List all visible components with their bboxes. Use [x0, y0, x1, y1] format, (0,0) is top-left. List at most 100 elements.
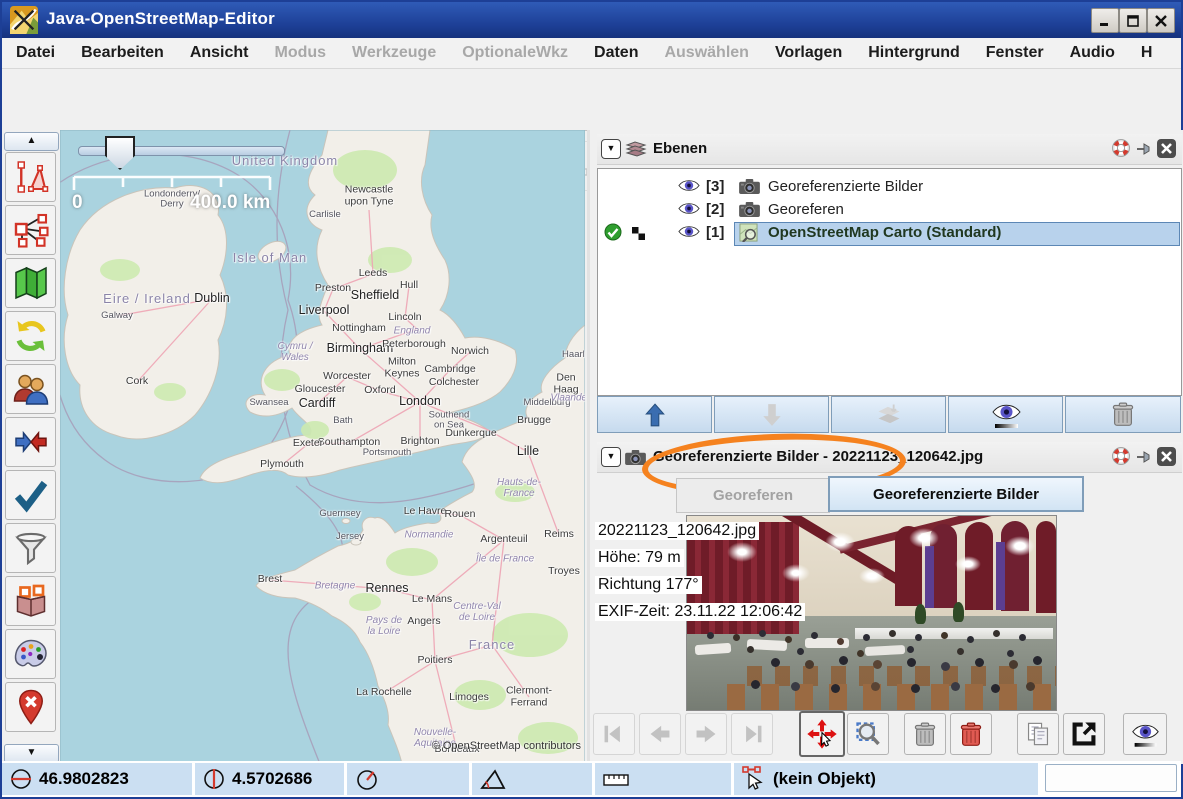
latitude-icon: [10, 768, 32, 790]
toggle-visibility-button[interactable]: [948, 396, 1063, 433]
layer-row[interactable]: [2] Georeferen: [598, 198, 1181, 221]
josm-logo-icon: [10, 6, 38, 34]
collapse-icon[interactable]: ▼: [601, 139, 621, 159]
collapse-icon[interactable]: ▼: [601, 447, 621, 467]
layers-panel-header: ▼ Ebenen: [597, 134, 1182, 165]
edit-geometry-button[interactable]: [5, 152, 56, 202]
validator-button[interactable]: [5, 470, 56, 520]
zoom-best-fit-button[interactable]: [847, 713, 889, 755]
relation-button[interactable]: [5, 205, 56, 255]
scroll-up-button[interactable]: ▲: [4, 132, 59, 151]
menu-bearbeiten[interactable]: Bearbeiten: [81, 44, 164, 62]
move-layer-up-icon: [642, 402, 668, 428]
visibility-eye-icon[interactable]: [678, 201, 700, 216]
copy-path-button[interactable]: [1017, 713, 1059, 755]
filter-button[interactable]: [5, 523, 56, 573]
latitude-segment: 46.9802823: [2, 763, 195, 795]
menu-fenster[interactable]: Fenster: [986, 44, 1044, 62]
menu-datei[interactable]: Datei: [16, 44, 55, 62]
menu-werkzeuge: Werkzeuge: [352, 44, 436, 62]
move-layer-down-button[interactable]: [714, 396, 829, 433]
visibility-eye-icon[interactable]: [678, 178, 700, 193]
sync-button[interactable]: [5, 311, 56, 361]
remove-photo-button[interactable]: [904, 713, 946, 755]
maximize-button[interactable]: [1119, 8, 1147, 33]
layer-list: [3] Georeferenzierte Bilder [2] Georefer…: [597, 168, 1182, 396]
minimize-button[interactable]: [1091, 8, 1119, 33]
palette-icon: [13, 636, 49, 672]
layers-stack-icon: [625, 140, 647, 158]
sync-arrows-icon: [13, 318, 49, 354]
visibility-eye-icon[interactable]: [678, 224, 700, 239]
status-empty-field: [1041, 761, 1181, 797]
camera-icon: [738, 178, 761, 195]
tab-georeferenzierte-bilder[interactable]: Georeferenzierte Bilder: [828, 476, 1084, 512]
open-external-button[interactable]: [1063, 713, 1105, 755]
layer-order: [1]: [706, 224, 724, 241]
previous-photo-button: [639, 713, 681, 755]
relation-icon: [13, 212, 49, 248]
menu-daten[interactable]: Daten: [594, 44, 638, 62]
photo-panel: ▼ Georeferenzierte Bilder - 20221123_120…: [590, 442, 1183, 764]
map-view[interactable]: United KingdomLondonderry/ DerryNewcastl…: [60, 130, 585, 764]
photo-panel-title: Georeferenzierte Bilder - 20221123_12064…: [653, 448, 983, 465]
center-view-button[interactable]: [799, 711, 845, 757]
help-lifebuoy-icon[interactable]: [1112, 447, 1130, 465]
window-title: Java-OpenStreetMap-Editor: [46, 9, 275, 29]
photo-filename: 20221123_120642.jpg: [595, 522, 759, 540]
conflict-icon: [13, 424, 49, 460]
layer-row[interactable]: [3] Georeferenzierte Bilder: [598, 175, 1181, 198]
dock-pin-icon[interactable]: [1136, 141, 1152, 157]
menu-hilfe[interactable]: H: [1141, 44, 1153, 62]
move-layer-up-button[interactable]: [597, 396, 712, 433]
angle-icon: [480, 767, 506, 791]
authors-icon: [13, 371, 49, 407]
presets-button[interactable]: [5, 576, 56, 626]
merge-layer-button[interactable]: [831, 396, 946, 433]
menu-audio[interactable]: Audio: [1070, 44, 1115, 62]
layers-panel-title: Ebenen: [653, 140, 707, 157]
help-lifebuoy-icon[interactable]: [1112, 139, 1130, 157]
close-icon[interactable]: [1157, 447, 1176, 466]
authors-button[interactable]: [5, 364, 56, 414]
location-pin-icon: [13, 689, 49, 725]
title-bar[interactable]: Java-OpenStreetMap-Editor: [2, 2, 1181, 38]
dock-pin-icon[interactable]: [1136, 449, 1152, 465]
toggle-photo-visibility-button[interactable]: [1123, 713, 1167, 755]
styles-button[interactable]: [5, 629, 56, 679]
menu-modus: Modus: [275, 44, 327, 62]
minimize-icon: [1099, 15, 1111, 27]
toggle-visibility-icon: [989, 401, 1023, 429]
close-button[interactable]: [1147, 8, 1175, 33]
active-check-icon: [604, 223, 622, 241]
layer-order: [2]: [706, 201, 724, 218]
menu-bar: Datei Bearbeiten Ansicht Modus Werkzeuge…: [2, 38, 1181, 69]
photo-panel-header: ▼ Georeferenzierte Bilder - 20221123_120…: [597, 442, 1182, 473]
menu-hintergrund[interactable]: Hintergrund: [868, 44, 960, 62]
delete-file-icon: [959, 721, 983, 748]
photo-elevation: Höhe: 79 m: [595, 549, 684, 567]
menu-ansicht[interactable]: Ansicht: [190, 44, 249, 62]
photo-direction: Richtung 177°: [595, 576, 702, 594]
menu-vorlagen[interactable]: Vorlagen: [775, 44, 842, 62]
object-segment: (kein Objekt): [734, 763, 1041, 795]
open-external-icon: [1070, 720, 1098, 748]
maximize-icon: [1127, 15, 1139, 27]
remove-photo-icon: [913, 721, 937, 748]
map-scale-bar: 0 400.0 km: [72, 174, 282, 194]
tab-georeferen[interactable]: Georeferen: [676, 478, 830, 513]
layer-row-selected[interactable]: [1] OpenStreetMap Carto (Standard): [598, 221, 1181, 244]
map-button[interactable]: [5, 258, 56, 308]
layer-order: [3]: [706, 178, 724, 195]
conflict-button[interactable]: [5, 417, 56, 467]
main-toolbar: 1: [2, 69, 1181, 131]
toggle-visibility-icon: [1129, 721, 1161, 748]
location-button[interactable]: [5, 682, 56, 732]
map-attribution: © OpenStreetMap contributors: [432, 740, 581, 752]
distance-segment: [595, 763, 734, 795]
close-icon[interactable]: [1157, 139, 1176, 158]
object-cursor-icon: [742, 766, 766, 792]
delete-file-button[interactable]: [950, 713, 992, 755]
delete-layer-button[interactable]: [1065, 396, 1181, 433]
presets-box-icon: [13, 583, 49, 619]
